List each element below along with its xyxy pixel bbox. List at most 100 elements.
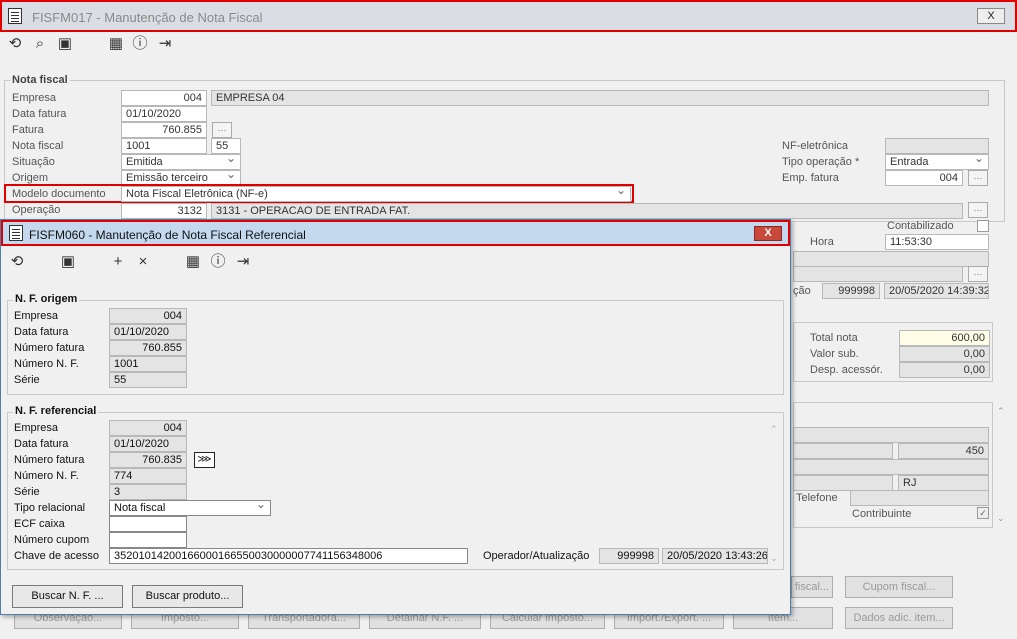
origem-empresa-field: 004 bbox=[109, 308, 187, 324]
undo-icon[interactable]: ⟲ bbox=[6, 35, 24, 53]
operacao-lookup-button[interactable]: ⋯ bbox=[968, 202, 988, 218]
atualizacao-field: 20/05/2020 14:39:32 bbox=[884, 283, 989, 299]
telefone-field bbox=[850, 490, 989, 506]
origem-serie-label: Série bbox=[14, 374, 40, 386]
buscar-nf-button[interactable]: Buscar N. F. ... bbox=[12, 585, 123, 608]
dialog-undo-icon[interactable]: ⟲ bbox=[8, 253, 26, 271]
fiscal-button[interactable]: fiscal... bbox=[791, 576, 833, 598]
ref-numero-nf-label: Número N. F. bbox=[14, 470, 79, 482]
tipo-relacional-select[interactable]: Nota fiscal bbox=[109, 500, 271, 516]
nfe-label: NF-eletrônica bbox=[782, 140, 849, 152]
origem-numero-nf-label: Número N. F. bbox=[14, 358, 79, 370]
save-icon[interactable]: ▣ bbox=[56, 35, 74, 53]
right-lower-field-2 bbox=[793, 443, 893, 459]
ecf-caixa-label: ECF caixa bbox=[14, 518, 65, 530]
dialog-close-button[interactable]: X bbox=[754, 226, 782, 241]
operacao-code-field[interactable]: 3132 bbox=[121, 203, 207, 219]
right-scrollbar[interactable]: ⌃ ⌄ bbox=[997, 406, 1009, 524]
buscar-produto-button[interactable]: Buscar produto... bbox=[132, 585, 243, 608]
tipo-relacional-label: Tipo relacional bbox=[14, 502, 86, 514]
cupom-fiscal-button[interactable]: Cupom fiscal... bbox=[845, 576, 953, 598]
ecf-caixa-field[interactable] bbox=[109, 516, 187, 532]
dialog-exit-icon[interactable]: ⇥ bbox=[234, 253, 252, 271]
ref-data-fatura-label: Data fatura bbox=[14, 438, 69, 450]
exit-icon[interactable]: ⇥ bbox=[156, 35, 174, 53]
operacao-desc-field: 3131 - OPERACAO DE ENTRADA FAT. bbox=[211, 203, 963, 219]
tipo-operacao-select[interactable]: Entrada bbox=[885, 154, 989, 170]
ref-numero-nf-field: 774 bbox=[109, 468, 187, 484]
origem-numero-nf-field: 1001 bbox=[109, 356, 187, 372]
dados-adic-item-button[interactable]: Dados adic. item... bbox=[845, 607, 953, 629]
nf-origem-title: N. F. origem bbox=[13, 293, 80, 305]
help-icon[interactable]: ⓘ bbox=[131, 35, 149, 53]
numero-cupom-field[interactable] bbox=[109, 532, 187, 548]
fatura-label: Fatura bbox=[12, 124, 44, 136]
data-fatura-field[interactable]: 01/10/2020 bbox=[121, 106, 207, 122]
desp-label: Desp. acessór. bbox=[810, 364, 883, 376]
dialog-operador-field: 999998 bbox=[599, 548, 659, 564]
ref-fatura-search-button[interactable]: ⋙ bbox=[194, 452, 215, 468]
empresa-name-field: EMPRESA 04 bbox=[211, 90, 989, 106]
uf-field: RJ bbox=[898, 475, 989, 491]
dialog-calendar-icon[interactable]: ▦ bbox=[184, 253, 202, 271]
ref-numero-fatura-field: 760.835 bbox=[109, 452, 187, 468]
ref-serie-field: 3 bbox=[109, 484, 187, 500]
data-fatura-label: Data fatura bbox=[12, 108, 67, 120]
right-lower-field-1 bbox=[793, 427, 989, 443]
hora-field[interactable]: 11:53:30 bbox=[885, 234, 989, 250]
nfe-field bbox=[885, 138, 989, 154]
telefone-label: Telefone bbox=[796, 492, 838, 504]
contribuinte-checkbox[interactable]: ✓ bbox=[977, 507, 989, 519]
ref-serie-label: Série bbox=[14, 486, 40, 498]
nf-referencial-dialog: FISFM060 - Manutenção de Nota Fiscal Ref… bbox=[0, 219, 791, 615]
origem-label: Origem bbox=[12, 172, 49, 184]
serie-field[interactable]: 55 bbox=[211, 138, 241, 154]
right-lower-field-3: 450 bbox=[898, 443, 989, 459]
operador-field: 999998 bbox=[822, 283, 880, 299]
origem-empresa-label: Empresa bbox=[14, 310, 59, 322]
origem-numero-fatura-field: 760.855 bbox=[109, 340, 187, 356]
emp-fatura-lookup-button[interactable]: ⋯ bbox=[968, 170, 988, 186]
dialog-document-icon bbox=[9, 225, 23, 241]
emp-fatura-label: Emp. fatura bbox=[782, 172, 839, 184]
right-field-1 bbox=[793, 251, 989, 267]
fatura-lookup-button[interactable]: ⋯ bbox=[212, 122, 232, 138]
dialog-delete-icon[interactable]: × bbox=[134, 253, 152, 271]
nota-fiscal-field[interactable]: 1001 bbox=[121, 138, 207, 154]
operacao-label: Operação bbox=[12, 204, 61, 216]
valor-sub-label: Valor sub. bbox=[810, 348, 859, 360]
dialog-add-icon[interactable]: + bbox=[109, 253, 127, 271]
nota-fiscal-group-title: Nota fiscal bbox=[10, 74, 70, 86]
situacao-select[interactable]: Emitida bbox=[121, 154, 241, 170]
dialog-help-icon[interactable]: ⓘ bbox=[209, 253, 227, 271]
hora-label: Hora bbox=[810, 236, 834, 248]
origem-serie-field: 55 bbox=[109, 372, 187, 388]
empresa-label: Empresa bbox=[12, 92, 57, 104]
dialog-title: FISFM060 - Manutenção de Nota Fiscal Ref… bbox=[29, 228, 306, 242]
calendar-icon[interactable]: ▦ bbox=[107, 35, 125, 53]
desp-field: 0,00 bbox=[899, 362, 990, 378]
contabilizado-checkbox[interactable] bbox=[977, 220, 989, 232]
modelo-select[interactable]: Nota Fiscal Eletrônica (NF-e) bbox=[121, 186, 631, 202]
contribuinte-label: Contribuinte bbox=[852, 508, 912, 520]
right-lookup-button[interactable]: ⋯ bbox=[968, 266, 988, 282]
fatura-field[interactable]: 760.855 bbox=[121, 122, 207, 138]
nf-referencial-title: N. F. referencial bbox=[13, 405, 99, 417]
right-field-2 bbox=[793, 266, 963, 282]
emp-fatura-field[interactable]: 004 bbox=[885, 170, 963, 186]
empresa-code-field[interactable]: 004 bbox=[121, 90, 207, 106]
right-lower-field-5 bbox=[793, 475, 893, 491]
chave-acesso-field[interactable]: 3520101420016600016655003000000774115634… bbox=[109, 548, 468, 564]
search-icon[interactable]: ⌕ bbox=[31, 35, 49, 53]
dialog-save-icon[interactable]: ▣ bbox=[59, 253, 77, 271]
origem-data-fatura-field: 01/10/2020 bbox=[109, 324, 187, 340]
operador-atualizacao-label: Operador/Atualização bbox=[483, 550, 590, 562]
dialog-scrollbar[interactable]: ⌃ ⌄ bbox=[770, 424, 782, 564]
operador-atualizacao-partial-label: ção bbox=[793, 285, 811, 297]
ref-empresa-label: Empresa bbox=[14, 422, 59, 434]
main-close-button[interactable]: X bbox=[977, 8, 1005, 24]
tipo-operacao-label: Tipo operação * bbox=[782, 156, 860, 168]
modelo-label: Modelo documento bbox=[12, 188, 106, 200]
origem-data-fatura-label: Data fatura bbox=[14, 326, 69, 338]
main-window-title: FISFM017 - Manutenção de Nota Fiscal bbox=[32, 10, 263, 25]
